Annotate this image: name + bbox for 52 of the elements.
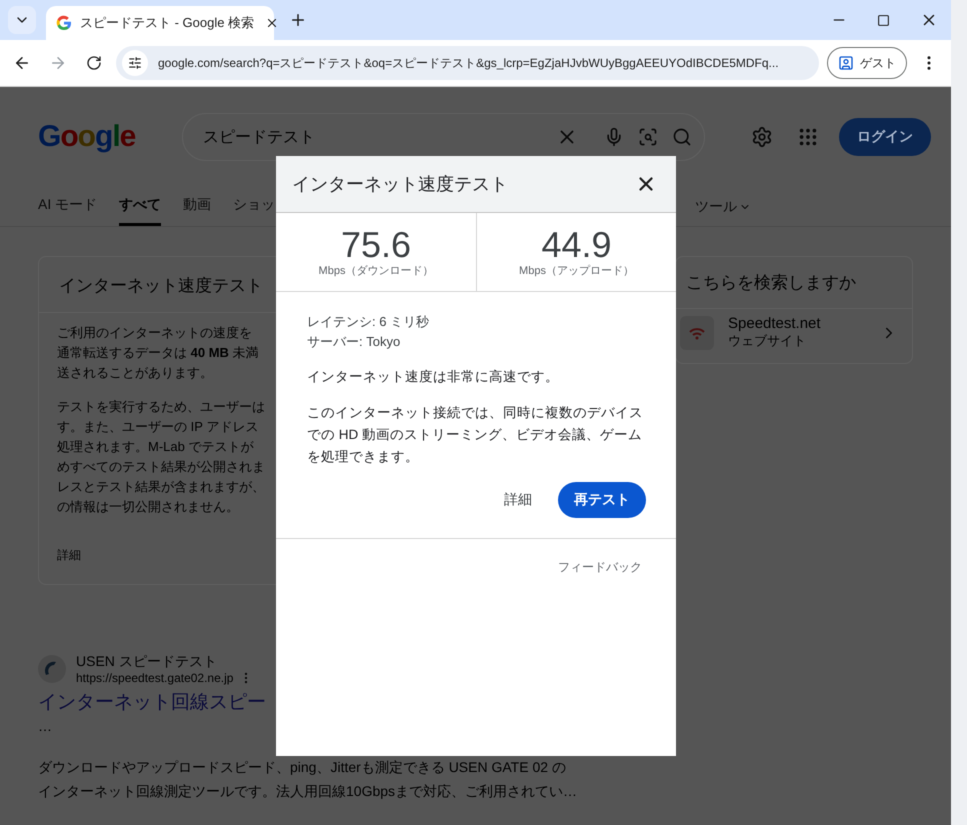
result-title-link[interactable]: インターネット回線スピー bbox=[38, 689, 266, 715]
lens-icon[interactable] bbox=[638, 127, 658, 147]
dialog-title: インターネット速度テスト bbox=[292, 173, 508, 196]
settings-icon[interactable] bbox=[751, 126, 773, 148]
paragraph-line: ご利用のインターネットの速度を bbox=[57, 324, 252, 342]
google-favicon-icon bbox=[56, 15, 72, 31]
speed-unit: Mbps（ダウンロード） bbox=[318, 264, 434, 278]
suggestion-item[interactable]: Speedtest.net ウェブサイト bbox=[676, 309, 912, 356]
result-snippet: インターネット回線測定ツールです。法人用回線10Gbpsまで対応、ご利用されてい… bbox=[38, 782, 578, 801]
verdict-text: インターネット速度は非常に高速です。 bbox=[307, 368, 560, 386]
feedback-link[interactable]: フィードバック bbox=[558, 559, 642, 576]
result-snippet: ダウンロードやアップロードスピード、ping、Jitterも測定できる USEN GATE 02 の bbox=[38, 758, 566, 777]
site-name: USEN スピードテスト bbox=[76, 653, 218, 671]
tab-title: スピードテスト - Google 検索 bbox=[80, 14, 254, 32]
login-button[interactable]: ログイン bbox=[839, 118, 931, 156]
details-button[interactable]: 詳細 bbox=[498, 490, 538, 510]
speed-unit: Mbps（アップロード） bbox=[519, 264, 634, 278]
wifi-logo-icon bbox=[680, 316, 714, 350]
url-text: google.com/search?q=スピードテスト&oq=スピードテスト&gs_lcrp=EgZjaHJvbWUyBggAEEUYOdIBCDE5MDFq... bbox=[158, 54, 779, 72]
search-tab[interactable]: すべて bbox=[119, 187, 162, 226]
search-tab[interactable]: AI モード bbox=[38, 187, 98, 226]
latency-text: レイテンシ: 6 ミリ秒 bbox=[307, 313, 430, 331]
search-tab[interactable]: 動画 bbox=[183, 187, 212, 226]
paragraph-line: す。また、ユーザーの IP アドレス bbox=[57, 418, 258, 436]
paragraph-line: テストを実行するため、ユーザーは bbox=[57, 398, 265, 416]
site-favicon-icon bbox=[38, 655, 66, 683]
paragraph-line: 通常転送するデータは 40 MB 未満 bbox=[57, 344, 259, 362]
tab-list-button[interactable] bbox=[8, 6, 36, 34]
search-field[interactable]: スピードテスト bbox=[182, 113, 705, 161]
search-icon[interactable] bbox=[672, 127, 692, 147]
suggestion-subtitle: ウェブサイト bbox=[728, 332, 807, 350]
retest-button[interactable]: 再テスト bbox=[558, 482, 646, 518]
google-logo[interactable]: Google bbox=[38, 120, 158, 154]
details-link[interactable]: 詳細 bbox=[57, 547, 81, 564]
search-tab[interactable]: ショッ bbox=[233, 187, 276, 226]
paragraph-line: めすべてのテスト結果が公開されま bbox=[57, 458, 265, 476]
ellipsis-text: … bbox=[38, 717, 52, 736]
paragraph-line: レスとテスト結果が含まれますが、 bbox=[57, 478, 265, 496]
tools-menu[interactable]: ツール bbox=[695, 187, 751, 226]
paragraph-line: の情報は一切公開されません。 bbox=[57, 498, 239, 516]
site-settings-icon[interactable] bbox=[122, 50, 148, 76]
description-text: このインターネット接続では、同時に複数のデバイスでの HD 動画のストリーミング、ビデオ会議、ゲームを処理できます。 bbox=[307, 404, 644, 466]
person-icon bbox=[838, 55, 854, 71]
browser-tab[interactable]: スピードテスト - Google 検索 bbox=[46, 6, 274, 40]
suggestion-title: Speedtest.net bbox=[728, 315, 822, 332]
site-url: https://speedtest.gate02.ne.jp bbox=[76, 671, 234, 685]
apps-icon[interactable] bbox=[797, 126, 819, 148]
paragraph-line: 処理されます。M-Lab でテストが bbox=[57, 438, 254, 456]
address-bar[interactable]: google.com/search?q=スピードテスト&oq=スピードテスト&gs_lcrp=EgZjaHJvbWUyBggAEEUYOdIBCDE5MDFq... bbox=[116, 46, 819, 80]
server-text: サーバー: Tokyo bbox=[307, 333, 402, 351]
paragraph-line: 送されることがあります。 bbox=[57, 364, 213, 382]
profile-button[interactable]: ゲスト bbox=[827, 47, 907, 79]
